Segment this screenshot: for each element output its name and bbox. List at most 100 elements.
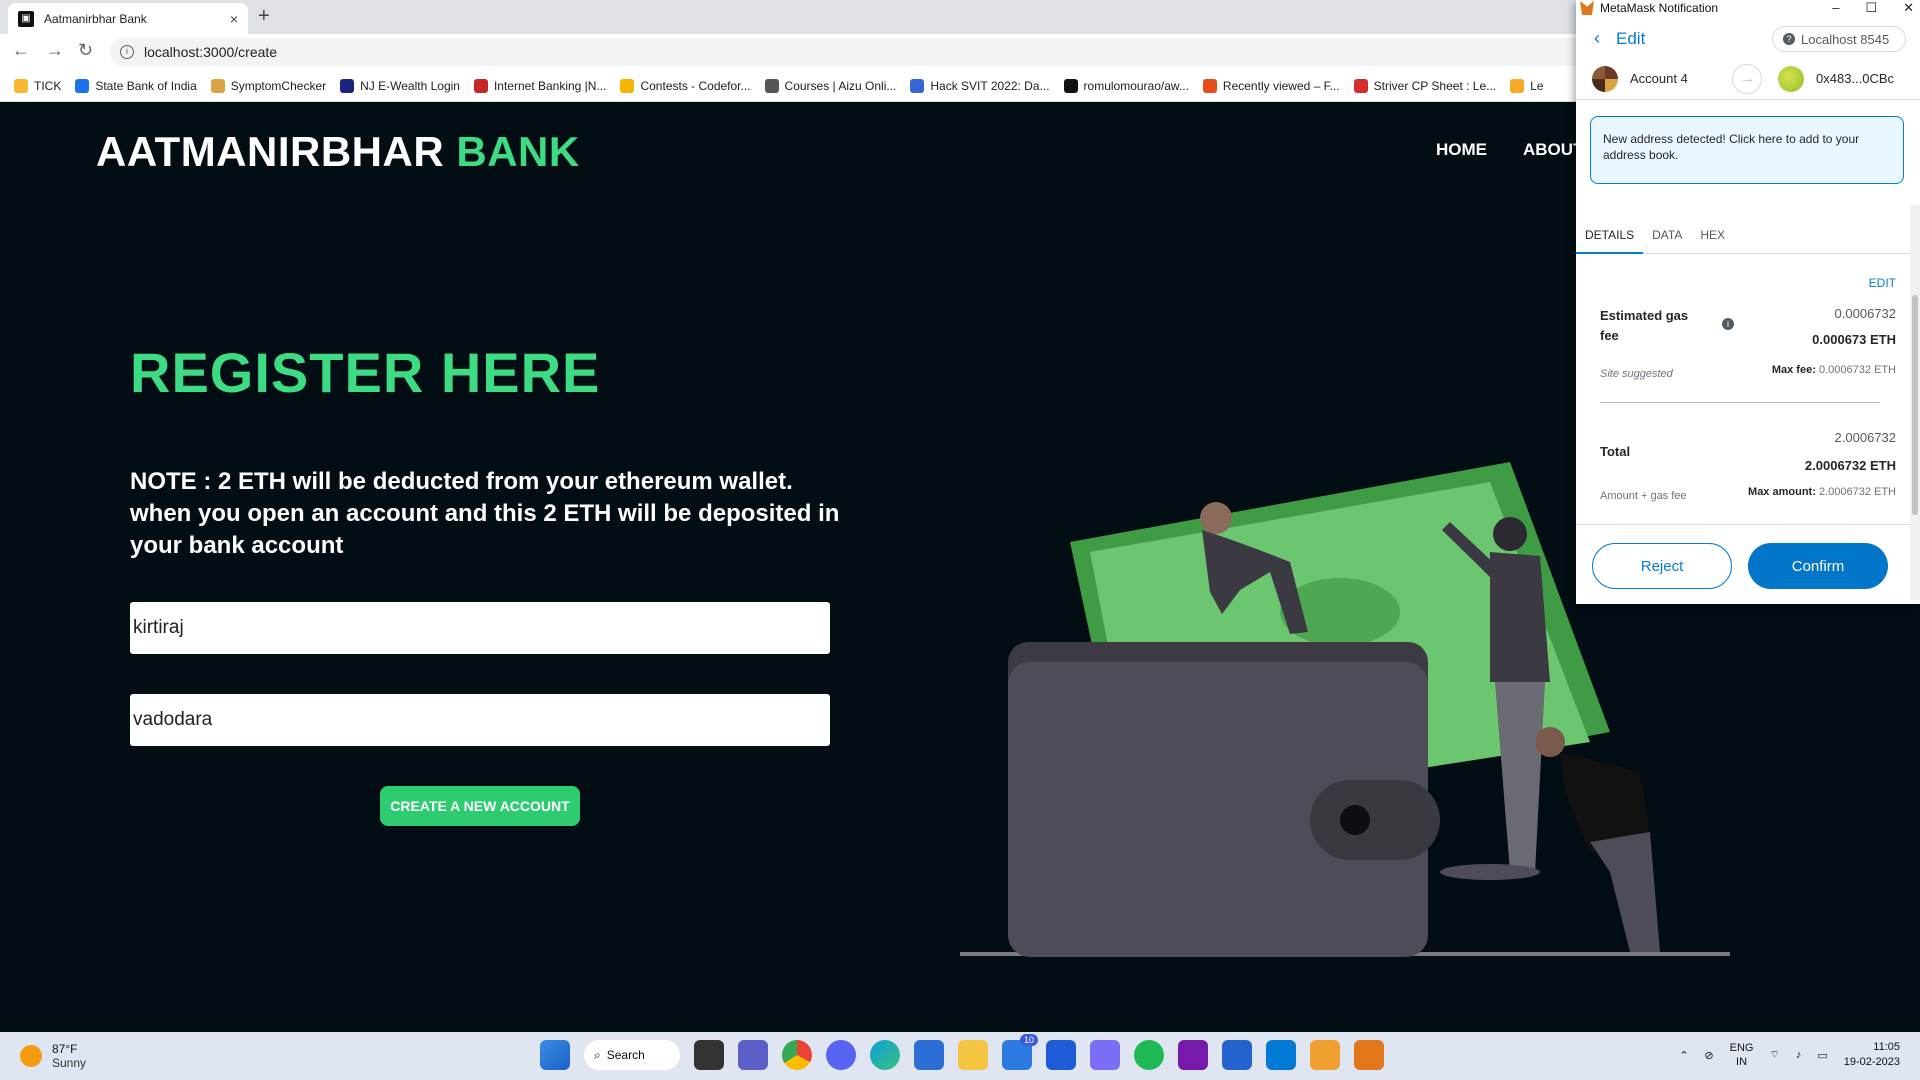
divider	[1600, 402, 1880, 403]
chevron-up-icon[interactable]: ⌃	[1679, 1049, 1688, 1062]
bookmark-item[interactable]: Recently viewed – F...	[1202, 78, 1340, 93]
bookmark-item[interactable]: Courses | Aizu Onli...	[764, 78, 896, 93]
scrollbar-thumb[interactable]	[1912, 295, 1918, 515]
teams-icon[interactable]	[738, 1040, 768, 1070]
edit-back-link[interactable]: Edit	[1616, 29, 1645, 49]
confirm-button[interactable]: Confirm	[1748, 543, 1888, 589]
discord-icon[interactable]	[826, 1040, 856, 1070]
arrow-right-icon: →	[1732, 64, 1762, 94]
tab-hex[interactable]: HEX	[1691, 220, 1734, 254]
new-tab-button[interactable]: +	[258, 5, 270, 28]
amount-gas-label: Amount + gas fee	[1600, 490, 1687, 502]
site-info-icon[interactable]: i	[120, 45, 134, 59]
bookmark-item[interactable]: Contests - Codefor...	[620, 78, 751, 93]
person-head	[1493, 517, 1527, 551]
search-label: Search	[606, 1048, 645, 1062]
bookmark-item[interactable]: State Bank of India	[75, 78, 197, 93]
gas-fee-secondary: 0.0006732	[1834, 306, 1896, 321]
spotify-icon[interactable]	[1134, 1040, 1164, 1070]
total-label: Total	[1600, 444, 1631, 459]
bookmark-item[interactable]: Internet Banking |N...	[473, 78, 607, 93]
copilot-icon[interactable]	[1090, 1040, 1120, 1070]
forward-arrow-icon[interactable]: →	[46, 40, 64, 61]
nav-about[interactable]: ABOUT	[1523, 140, 1583, 160]
bookmark-item[interactable]: NJ E-Wealth Login	[340, 78, 460, 93]
gas-fee-row: Estimated gas fee i 0.0006732 0.000673 E…	[1600, 306, 1896, 347]
browser-tab[interactable]: ▣ Aatmanirbhar Bank ×	[8, 3, 248, 34]
bookmark-item[interactable]: TICK	[14, 78, 61, 93]
tab-data[interactable]: DATA	[1643, 220, 1691, 254]
person-body	[1490, 552, 1550, 682]
todo-icon[interactable]	[1222, 1040, 1252, 1070]
window-controls: – ☐ ✕	[1832, 0, 1914, 16]
network-pill[interactable]: ? Localhost 8545	[1772, 26, 1906, 52]
reload-icon[interactable]: ↻	[78, 40, 93, 61]
mail-icon[interactable]: 10	[1002, 1034, 1038, 1070]
task-view-icon[interactable]	[694, 1040, 724, 1070]
minimize-icon[interactable]: –	[1832, 0, 1839, 16]
bookmark-label: NJ E-Wealth Login	[360, 78, 460, 93]
info-icon[interactable]: i	[1722, 318, 1734, 330]
chrome-icon[interactable]	[782, 1040, 812, 1070]
nav-home[interactable]: HOME	[1436, 140, 1487, 160]
total-primary: 2.0006732 ETH	[1804, 458, 1896, 473]
network-name: Localhost 8545	[1801, 31, 1890, 47]
top-nav: HOME ABOUT	[1436, 140, 1583, 160]
vscode-icon[interactable]	[1266, 1040, 1296, 1070]
windows-start-icon[interactable]	[540, 1040, 570, 1070]
city-input[interactable]	[130, 694, 830, 746]
scrollbar[interactable]	[1910, 205, 1920, 600]
bookmark-favicon-icon	[1510, 78, 1525, 93]
max-fee-row: Site suggested Max fee: 0.0006732 ETH	[1600, 364, 1896, 382]
chevron-left-icon[interactable]: ‹	[1594, 28, 1600, 49]
bookmark-item[interactable]: romulomourao/aw...	[1063, 78, 1189, 93]
create-account-button[interactable]: CREATE A NEW ACCOUNT	[380, 786, 580, 826]
metamask-tabs: DETAILS DATA HEX	[1576, 220, 1920, 254]
weather-widget[interactable]: 87°F Sunny	[20, 1042, 86, 1070]
bookmark-item[interactable]: SymptomChecker	[210, 78, 327, 93]
metamask-taskbar-icon[interactable]	[1354, 1040, 1384, 1070]
gas-fee-primary: 0.000673 ETH	[1812, 332, 1896, 347]
name-input[interactable]	[130, 602, 830, 654]
wifi-icon[interactable]: ⌔	[1769, 1048, 1779, 1062]
store-icon[interactable]	[914, 1040, 944, 1070]
new-address-notice[interactable]: New address detected! Click here to add …	[1590, 116, 1904, 184]
edit-gas-link[interactable]: EDIT	[1869, 276, 1896, 290]
network-off-icon[interactable]: ⊘	[1704, 1049, 1713, 1062]
reject-button[interactable]: Reject	[1592, 543, 1732, 589]
bookmark-label: Striver CP Sheet : Le...	[1373, 78, 1497, 93]
taskbar-search[interactable]: ⌕ Search	[584, 1040, 680, 1070]
total-secondary: 2.0006732	[1834, 430, 1896, 445]
writer-app-icon[interactable]	[1046, 1040, 1076, 1070]
back-arrow-icon[interactable]: ←	[12, 40, 30, 61]
page-heading: REGISTER HERE	[130, 341, 601, 404]
bookmark-label: SymptomChecker	[230, 78, 327, 93]
recipient-address[interactable]: 0x483...0CBc	[1816, 71, 1894, 86]
maximize-icon[interactable]: ☐	[1865, 0, 1877, 16]
volume-icon[interactable]: ♪	[1796, 1049, 1802, 1061]
app-icon[interactable]	[1310, 1040, 1340, 1070]
wallet-button	[1340, 805, 1370, 835]
bookmark-item[interactable]: Striver CP Sheet : Le...	[1353, 78, 1497, 93]
close-icon[interactable]: ✕	[1903, 0, 1914, 16]
deposit-note: NOTE : 2 ETH will be deducted from your …	[130, 468, 840, 559]
tab-details[interactable]: DETAILS	[1576, 220, 1644, 254]
battery-icon[interactable]: ▭	[1817, 1049, 1827, 1062]
clock[interactable]: 11:05 19-02-2023	[1844, 1040, 1900, 1070]
bookmark-item[interactable]: Hack SVIT 2022: Da...	[910, 78, 1050, 93]
onenote-icon[interactable]	[1178, 1040, 1208, 1070]
address-bar[interactable]: i localhost:3000/create	[110, 38, 1810, 66]
bookmark-favicon-icon	[210, 78, 225, 93]
gas-fee-label: Estimated gas fee	[1600, 308, 1689, 343]
bookmark-label: Internet Banking |N...	[493, 78, 607, 93]
tab-title: Aatmanirbhar Bank	[44, 11, 147, 26]
bookmark-favicon-icon	[764, 78, 779, 93]
file-explorer-icon[interactable]	[958, 1040, 988, 1070]
bookmark-item[interactable]: Le	[1510, 78, 1544, 93]
brand-logo[interactable]: AATMANIRBHAR BANK	[96, 128, 580, 176]
language-indicator[interactable]: ENG IN	[1730, 1041, 1754, 1069]
edge-icon[interactable]	[870, 1040, 900, 1070]
mail-badge: 10	[1019, 1034, 1038, 1046]
bookmark-label: Le	[1530, 78, 1544, 93]
tab-close-icon[interactable]: ×	[230, 11, 238, 27]
